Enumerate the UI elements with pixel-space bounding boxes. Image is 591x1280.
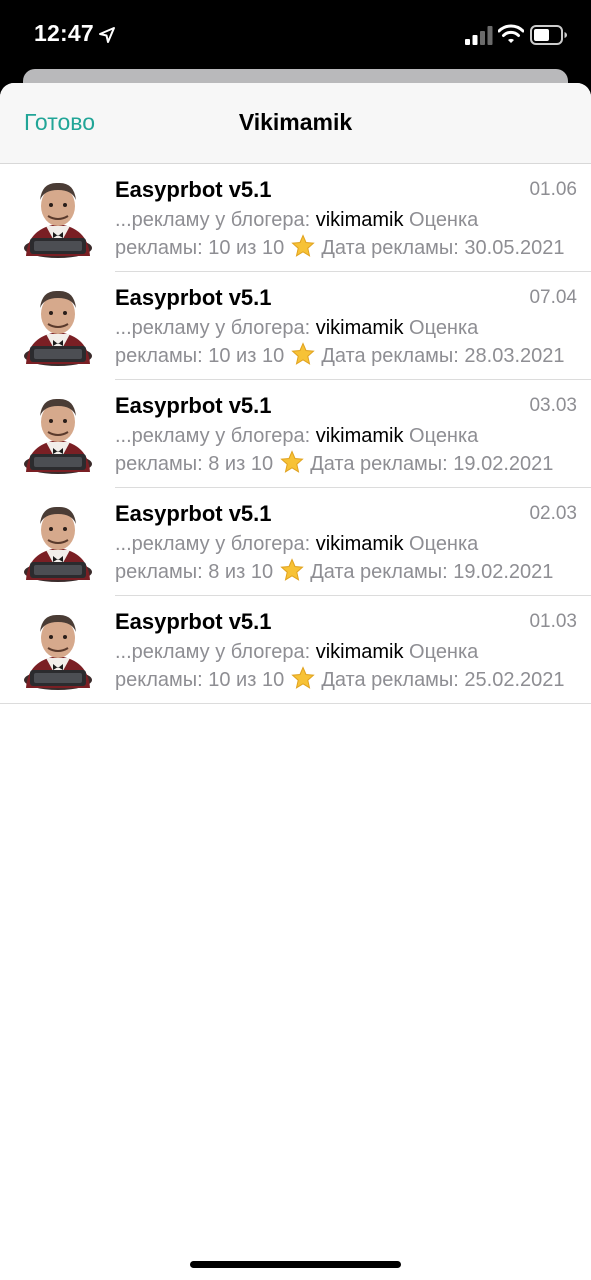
message-snippet: ...рекламу у блогера: vikimamik Оценка р… (115, 207, 577, 262)
result-row[interactable]: Easyprbot v5.1 01.03 ...рекламу у блогер… (0, 596, 591, 704)
rating-text: рекламы: 10 из 10 (115, 345, 285, 367)
snippet-suffix: Оценка (403, 533, 479, 555)
message-date: 01.06 (529, 179, 577, 200)
message-snippet: ...рекламу у блогера: vikimamik Оценка р… (115, 531, 577, 586)
sender-name: Easyprbot v5.1 (115, 285, 272, 310)
result-row[interactable]: Easyprbot v5.1 02.03 ...рекламу у блогер… (0, 488, 591, 596)
search-highlight: vikimamik (315, 425, 404, 447)
rating-text: рекламы: 8 из 10 (115, 453, 274, 475)
row-divider (0, 703, 591, 704)
rating-text: рекламы: 10 из 10 (115, 237, 285, 259)
snippet-line-2: рекламы: 10 из 10 Дата рекламы: 25.02.20… (115, 666, 577, 694)
sender-name: Easyprbot v5.1 (115, 393, 272, 418)
ad-date-text: Дата рекламы: 28.03.2021 (321, 345, 565, 367)
ad-date-text: Дата рекламы: 25.02.2021 (321, 669, 565, 691)
sheet-header: Готово Vikimamik (0, 83, 591, 164)
snippet-suffix: Оценка (403, 209, 479, 231)
message-snippet: ...рекламу у блогера: vikimamik Оценка р… (115, 315, 577, 370)
result-row[interactable]: Easyprbot v5.1 07.04 ...рекламу у блогер… (0, 272, 591, 380)
ad-date-text: Дата рекламы: 30.05.2021 (321, 237, 565, 259)
search-highlight: vikimamik (315, 533, 404, 555)
snippet-prefix: ...рекламу у блогера: (115, 209, 316, 231)
star-icon (291, 234, 315, 257)
wifi-icon (498, 24, 524, 43)
star-icon (291, 342, 315, 365)
snippet-prefix: ...рекламу у блогера: (115, 533, 316, 555)
sheet-title: Vikimamik (238, 109, 353, 135)
message-date: 02.03 (529, 503, 577, 524)
snippet-line-2: рекламы: 8 из 10 Дата рекламы: 19.02.202… (115, 450, 577, 478)
snippet-line-2: рекламы: 10 из 10 Дата рекламы: 28.03.20… (115, 342, 577, 370)
star-icon (279, 558, 304, 581)
results-list: Easyprbot v5.1 01.06 ...рекламу у блогер… (0, 164, 591, 704)
snippet-line-1: ...рекламу у блогера: vikimamik Оценка (115, 315, 577, 342)
location-arrow-icon (99, 27, 115, 43)
butler-avatar-icon (24, 506, 92, 582)
search-highlight: vikimamik (315, 317, 404, 339)
snippet-prefix: ...рекламу у блогера: (115, 425, 316, 447)
snippet-prefix: ...рекламу у блогера: (115, 317, 316, 339)
butler-avatar-icon (24, 290, 92, 366)
search-highlight: vikimamik (315, 209, 404, 231)
cellular-signal-icon (465, 26, 493, 45)
home-indicator[interactable] (190, 1261, 401, 1268)
snippet-suffix: Оценка (403, 317, 479, 339)
rating-text: рекламы: 10 из 10 (115, 669, 285, 691)
ad-date-text: Дата рекламы: 19.02.2021 (310, 561, 554, 583)
rating-text: рекламы: 8 из 10 (115, 561, 274, 583)
search-highlight: vikimamik (315, 641, 404, 663)
message-date: 03.03 (529, 395, 577, 416)
ad-date-text: Дата рекламы: 19.02.2021 (310, 453, 554, 475)
message-snippet: ...рекламу у блогера: vikimamik Оценка р… (115, 639, 577, 694)
snippet-line-1: ...рекламу у блогера: vikimamik Оценка (115, 207, 577, 234)
result-row[interactable]: Easyprbot v5.1 03.03 ...рекламу у блогер… (0, 380, 591, 488)
snippet-prefix: ...рекламу у блогера: (115, 641, 316, 663)
sender-name: Easyprbot v5.1 (115, 501, 272, 526)
status-bar: 12:47 (0, 0, 591, 70)
snippet-line-1: ...рекламу у блогера: vikimamik Оценка (115, 423, 577, 450)
star-icon (291, 666, 315, 689)
result-row[interactable]: Easyprbot v5.1 01.06 ...рекламу у блогер… (0, 164, 591, 272)
butler-avatar-icon (24, 182, 92, 258)
search-results-sheet: Готово Vikimamik Easyprbot v5.1 01.06 ..… (0, 83, 591, 1280)
butler-avatar-icon (24, 614, 92, 690)
snippet-line-2: рекламы: 8 из 10 Дата рекламы: 19.02.202… (115, 558, 577, 586)
snippet-line-1: ...рекламу у блогера: vikimamik Оценка (115, 639, 577, 666)
snippet-line-1: ...рекламу у блогера: vikimamik Оценка (115, 531, 577, 558)
sender-name: Easyprbot v5.1 (115, 177, 272, 202)
star-icon (279, 450, 304, 473)
snippet-line-2: рекламы: 10 из 10 Дата рекламы: 30.05.20… (115, 234, 577, 262)
battery-icon (530, 25, 567, 45)
sender-name: Easyprbot v5.1 (115, 609, 272, 634)
message-date: 01.03 (529, 611, 577, 632)
status-time: 12:47 (34, 20, 94, 46)
message-snippet: ...рекламу у блогера: vikimamik Оценка р… (115, 423, 577, 478)
butler-avatar-icon (24, 398, 92, 474)
message-date: 07.04 (529, 287, 577, 308)
snippet-suffix: Оценка (403, 641, 479, 663)
snippet-suffix: Оценка (403, 425, 479, 447)
